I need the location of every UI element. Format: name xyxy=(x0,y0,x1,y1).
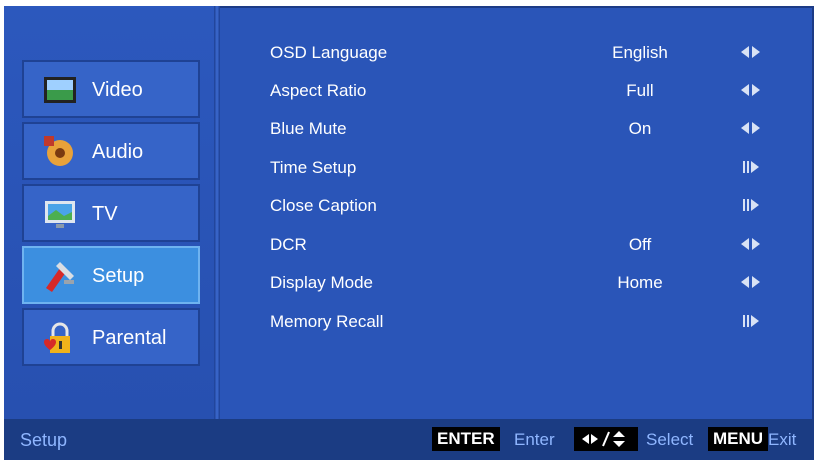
setting-label: DCR xyxy=(270,235,307,254)
audio-icon xyxy=(44,136,73,166)
setting-row-osd-language[interactable]: OSD Language English xyxy=(220,35,814,69)
select-hint: Select xyxy=(574,427,704,451)
setup-menu-window: Video Audio TV Setup Parental OSD Langua… xyxy=(4,6,814,460)
setting-label: Close Caption xyxy=(270,196,377,215)
enter-submenu-arrow-icon[interactable] xyxy=(740,314,762,328)
sidebar-item-parental[interactable]: Parental xyxy=(22,308,200,366)
setting-row-display-mode[interactable]: Display Mode Home xyxy=(220,265,814,299)
enter-key: ENTER xyxy=(432,427,500,451)
sidebar-item-setup[interactable]: Setup xyxy=(22,246,200,304)
setting-value: Home xyxy=(617,273,663,292)
sidebar-item-label: Parental xyxy=(92,327,167,349)
menu-key: MENU xyxy=(708,427,769,451)
setting-row-close-caption[interactable]: Close Caption xyxy=(220,188,814,222)
left-right-arrow-icon[interactable] xyxy=(740,121,762,135)
current-menu-title: Setup xyxy=(20,430,68,450)
enter-hint-text: Enter xyxy=(514,430,555,449)
sidebar-item-video[interactable]: Video xyxy=(22,60,200,118)
setting-row-memory-recall[interactable]: Memory Recall xyxy=(220,304,814,338)
settings-list: OSD Language English Aspect Ratio Full B… xyxy=(220,6,814,419)
setting-row-time-setup[interactable]: Time Setup xyxy=(220,150,814,184)
setting-label: Memory Recall xyxy=(270,312,384,331)
tv-icon xyxy=(45,201,75,228)
left-right-arrow-icon[interactable] xyxy=(740,275,762,289)
left-right-arrow-icon[interactable] xyxy=(740,83,762,97)
setting-row-dcr[interactable]: DCR Off xyxy=(220,227,814,261)
sidebar-item-tv[interactable]: TV xyxy=(22,184,200,242)
setting-value: English xyxy=(612,43,668,62)
sidebar-item-label: TV xyxy=(92,203,118,225)
left-right-arrow-icon[interactable] xyxy=(740,237,762,251)
setting-label: Display Mode xyxy=(270,273,373,292)
setting-row-aspect-ratio[interactable]: Aspect Ratio Full xyxy=(220,73,814,107)
enter-submenu-arrow-icon[interactable] xyxy=(740,198,762,212)
help-bar: Setup ENTER Enter Select MENU Exit xyxy=(4,419,814,460)
enter-submenu-arrow-icon[interactable] xyxy=(740,160,762,174)
setup-icon xyxy=(46,262,74,292)
setting-value: On xyxy=(628,119,652,138)
parental-lock-icon xyxy=(44,322,70,353)
left-right-arrow-icon[interactable] xyxy=(740,45,762,59)
left-right-up-down-arrows-icon xyxy=(574,427,638,451)
sidebar-item-label: Audio xyxy=(92,141,144,163)
select-hint-text: Select xyxy=(646,430,694,449)
setting-row-blue-mute[interactable]: Blue Mute On xyxy=(220,111,814,145)
sidebar-item-audio[interactable]: Audio xyxy=(22,122,200,180)
setting-label: Time Setup xyxy=(270,158,357,177)
setting-value: Off xyxy=(628,235,652,254)
exit-hint: MENU Exit xyxy=(708,427,808,451)
category-sidebar: Video Audio TV Setup Parental xyxy=(4,6,214,419)
video-icon xyxy=(44,77,76,103)
enter-hint: ENTER Enter xyxy=(432,427,572,451)
sidebar-item-label: Video xyxy=(92,79,143,101)
setting-label: Aspect Ratio xyxy=(270,81,367,100)
setting-value: Full xyxy=(626,81,654,100)
exit-hint-text: Exit xyxy=(768,430,797,449)
sidebar-item-label: Setup xyxy=(92,265,145,287)
setting-label: OSD Language xyxy=(270,43,388,62)
setting-label: Blue Mute xyxy=(270,119,347,138)
